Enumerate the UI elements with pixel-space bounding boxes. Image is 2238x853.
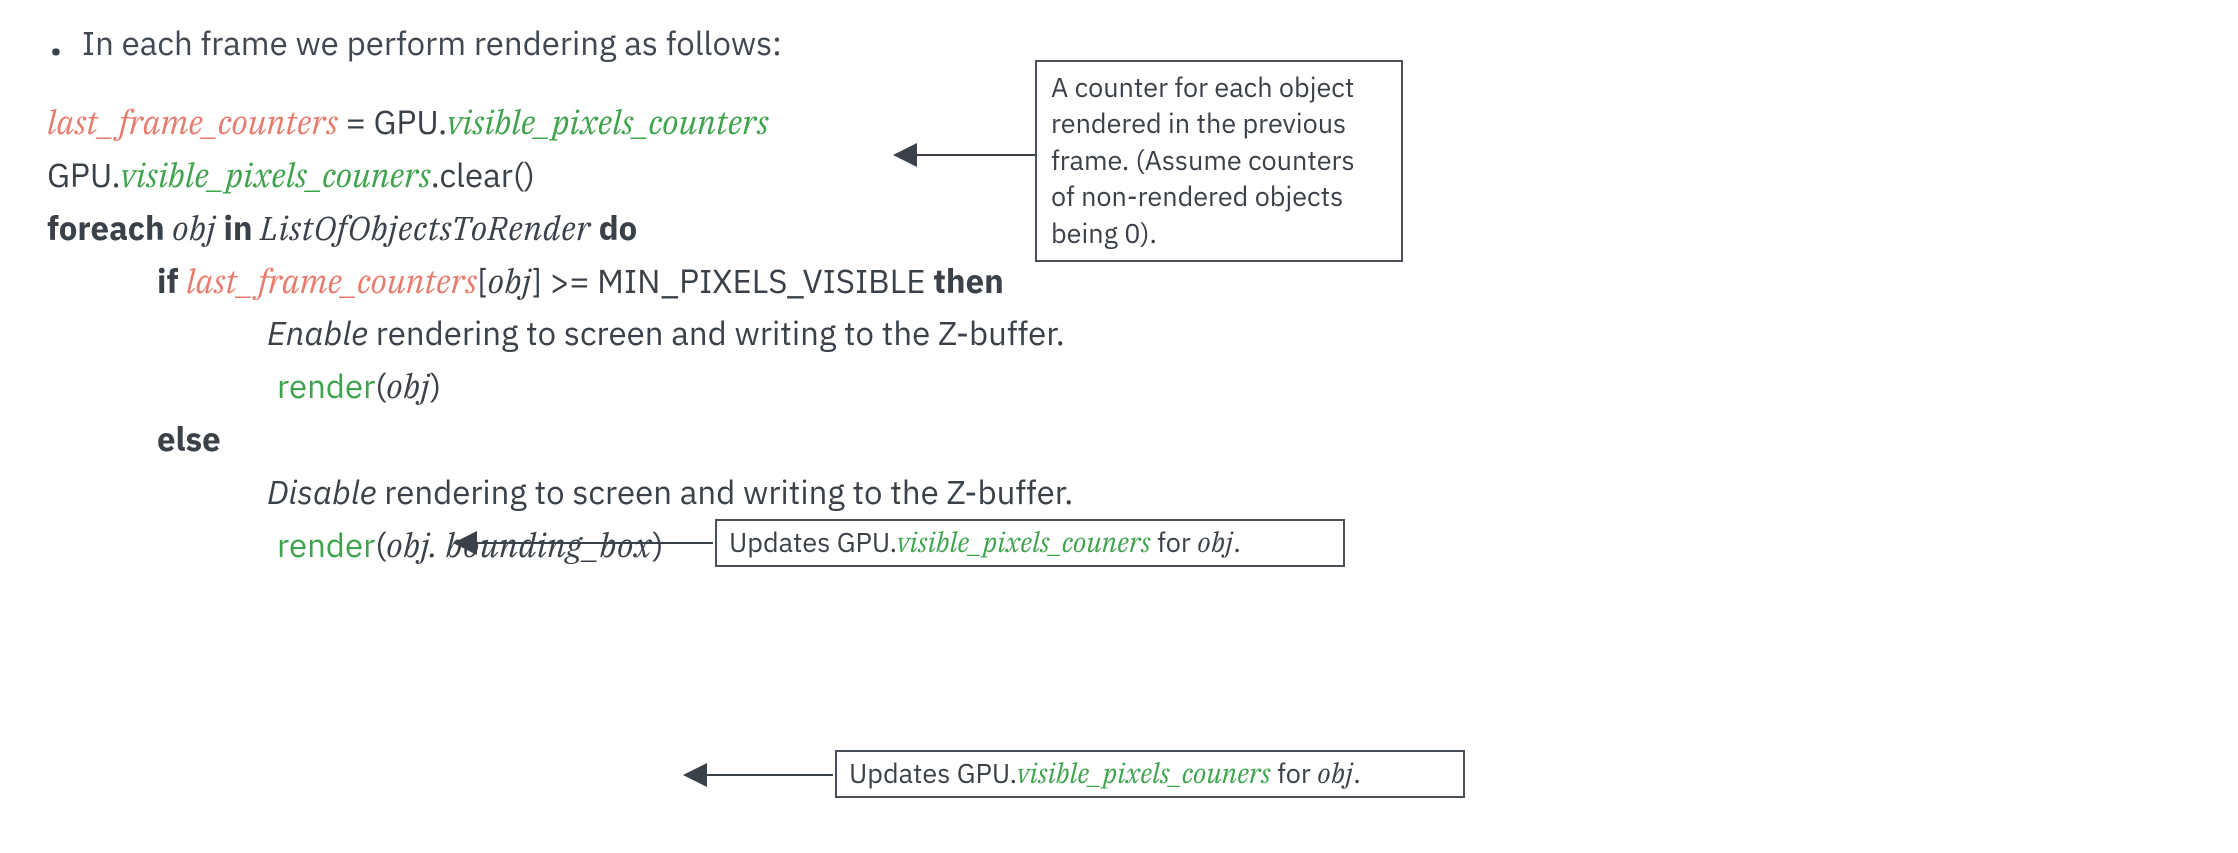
var-obj: obj <box>488 260 532 303</box>
code-line-5: Enable rendering to screen and writing t… <box>267 308 2238 361</box>
annotation-render-obj: Updates GPU.visible_pixels_couners for o… <box>715 519 1345 567</box>
annotation-render-bbox: Updates GPU.visible_pixels_couners for o… <box>835 750 1465 798</box>
var-last-frame-counters: last_frame_counters <box>47 101 338 144</box>
text: rendering to screen and writing to the Z… <box>376 471 1073 514</box>
annotation-text: A counter for each object <box>1051 70 1354 105</box>
code-line-8: Disable rendering to screen and writing … <box>267 467 2238 520</box>
text: Updates GPU. <box>729 525 897 560</box>
var-visible-pixels-couners: visible_pixels_couners <box>897 525 1151 560</box>
var-obj: obj <box>1197 525 1233 560</box>
text: ) <box>653 524 664 567</box>
bullet-icon: • <box>50 36 62 66</box>
code-line-4: if last_frame_counters[obj] >= MIN_PIXEL… <box>157 256 2238 309</box>
fn-render: render <box>277 524 375 567</box>
text: Updates GPU. <box>849 756 1017 791</box>
text: [ <box>477 260 487 303</box>
text: ( <box>375 524 386 567</box>
var-visible-pixels-couners: visible_pixels_couners <box>1017 756 1271 791</box>
var-visible-pixels-couners: visible_pixels_couners <box>121 154 431 197</box>
fn-render: render <box>277 365 375 408</box>
code-line-7: else <box>157 414 2238 467</box>
var-obj: obj <box>386 365 430 408</box>
text: for <box>1271 756 1317 791</box>
text: ( <box>375 365 386 408</box>
kw-then: then <box>933 260 1004 303</box>
text: GPU. <box>47 154 121 197</box>
text: .clear() <box>431 154 535 197</box>
disable-word: Disable <box>267 471 376 514</box>
kw-in: in <box>223 207 252 250</box>
text: . <box>1233 525 1240 560</box>
title-text: In each frame we perform rendering as fo… <box>82 18 782 69</box>
text: . <box>1353 756 1360 791</box>
text: for <box>1151 525 1197 560</box>
slide-page: • In each frame we perform rendering as … <box>0 0 2238 853</box>
kw-foreach: foreach <box>47 207 165 250</box>
var-list: ListOfObjectsToRender <box>253 207 599 250</box>
annotation-counter: A counter for each object rendered in th… <box>1035 60 1403 262</box>
var-last-frame-counters: last_frame_counters <box>186 260 477 303</box>
code-line-6: render(obj) <box>267 361 2238 414</box>
enable-word: Enable <box>267 312 368 355</box>
var-bounding-box: obj. bounding_box <box>386 524 652 567</box>
annotation-text: rendered in the previous <box>1051 106 1346 141</box>
annotation-text: frame. (Assume counters <box>1051 143 1355 178</box>
text: rendering to screen and writing to the Z… <box>368 312 1065 355</box>
text: ) <box>430 365 441 408</box>
kw-if: if <box>157 260 186 303</box>
var-visible-pixels-counters: visible_pixels_counters <box>447 101 769 144</box>
kw-else: else <box>157 418 221 461</box>
text: ] >= MIN_PIXELS_VISIBLE <box>531 260 933 303</box>
kw-do: do <box>599 207 638 250</box>
var-obj: obj <box>1317 756 1353 791</box>
text: = GPU. <box>338 101 447 144</box>
annotation-text: of non-rendered objects <box>1051 179 1343 214</box>
var-obj: obj <box>165 207 224 250</box>
annotation-text: being 0). <box>1051 216 1157 251</box>
